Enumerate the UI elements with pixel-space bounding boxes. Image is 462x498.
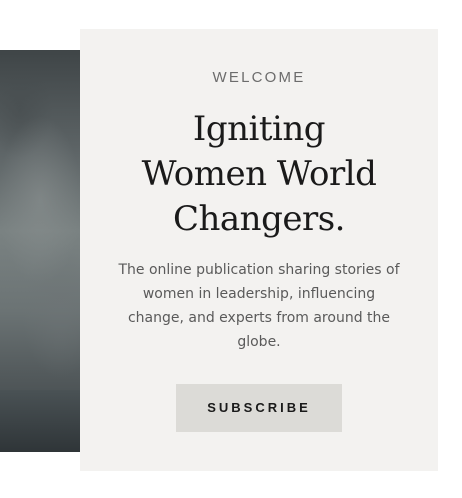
- welcome-card: WELCOME Igniting Women World Changers. T…: [80, 29, 438, 471]
- headline-line: Women World: [141, 154, 377, 194]
- page: WELCOME Igniting Women World Changers. T…: [0, 0, 462, 498]
- headline-line: Igniting: [192, 109, 326, 149]
- eyebrow-label: WELCOME: [212, 69, 306, 86]
- description-text: The online publication sharing stories o…: [118, 262, 400, 350]
- hero-floor-texture: [0, 390, 80, 452]
- hero-background-image: [0, 50, 80, 452]
- headline-line: Changers.: [173, 199, 345, 239]
- headline: Igniting Women World Changers.: [80, 107, 438, 242]
- subscribe-button[interactable]: SUBSCRIBE: [176, 384, 342, 432]
